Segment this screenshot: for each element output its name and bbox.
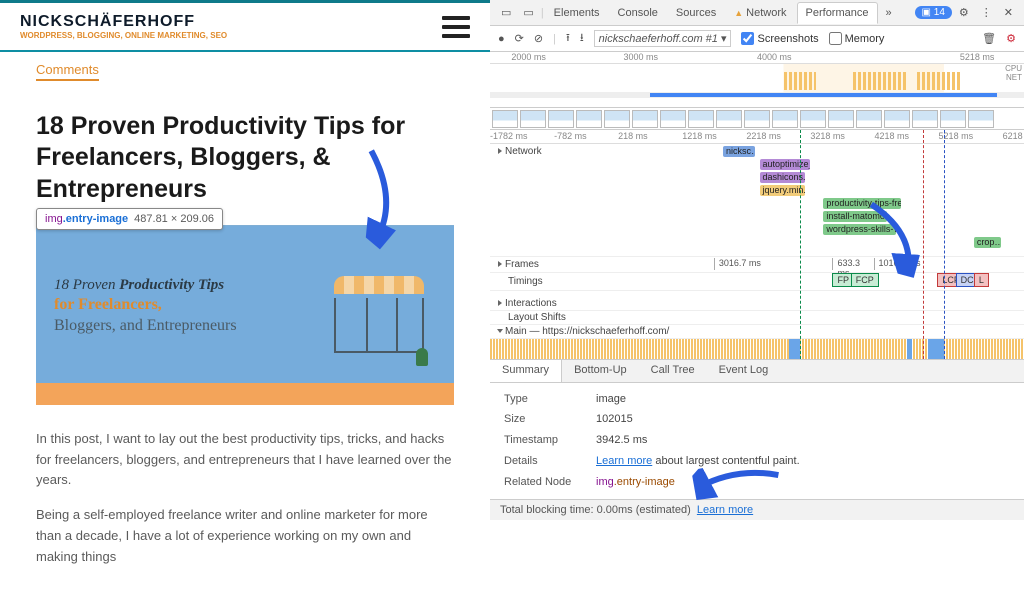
trash-icon[interactable]: 🗑: [982, 32, 996, 45]
brand-tagline: WORDPRESS, BLOGGING, ONLINE MARKETING, S…: [20, 31, 227, 40]
btab-eventlog[interactable]: Event Log: [707, 360, 781, 382]
btab-calltree[interactable]: Call Tree: [639, 360, 707, 382]
close-devtools-icon[interactable]: ✕: [999, 6, 1018, 19]
hamburger-icon[interactable]: [442, 16, 470, 38]
btab-summary[interactable]: Summary: [490, 360, 562, 382]
tab-elements[interactable]: Elements: [546, 3, 608, 23]
row-network-label[interactable]: Network: [505, 146, 542, 157]
screenshot-filmstrip[interactable]: [490, 108, 1024, 130]
record-icon[interactable]: ●: [498, 33, 505, 45]
network-bar[interactable]: jquery.min.js …: [760, 185, 806, 196]
network-bar[interactable]: crop…: [974, 237, 1001, 248]
details-tabs: Summary Bottom-Up Call Tree Event Log: [490, 359, 1024, 383]
flame-chart[interactable]: -1782 ms-782 ms218 ms1218 ms2218 ms3218 …: [490, 130, 1024, 359]
memory-checkbox[interactable]: Memory: [829, 32, 885, 45]
row-layout-shifts-label: Layout Shifts: [508, 312, 566, 323]
post-body: In this post, I want to lay out the best…: [36, 429, 454, 568]
tab-console[interactable]: Console: [610, 3, 666, 23]
upload-icon[interactable]: ⭱: [566, 29, 570, 48]
tab-performance[interactable]: Performance: [797, 2, 878, 24]
timing-pill-l[interactable]: L: [974, 273, 989, 287]
tab-sources[interactable]: Sources: [668, 3, 724, 23]
devtools-tabs: ▭ ▭ | Elements Console Sources Network P…: [490, 0, 1024, 26]
screenshots-checkbox[interactable]: Screenshots: [741, 32, 818, 45]
status-bar: Total blocking time: 0.00ms (estimated) …: [490, 499, 1024, 520]
hero-illustration: [324, 266, 434, 376]
summary-type: image: [596, 393, 626, 405]
site-brand: NICKSCHÄFERHOFF WORDPRESS, BLOGGING, ONL…: [20, 13, 227, 40]
summary-size: 102015: [596, 413, 633, 425]
comments-link[interactable]: Comments: [36, 62, 99, 81]
reload-icon[interactable]: ⟳: [515, 32, 524, 45]
ov-mark: 5218 ms: [960, 52, 995, 62]
device-icon[interactable]: ▭: [518, 6, 538, 19]
hero-image: 18 Proven Productivity Tips for Freelanc…: [36, 225, 454, 405]
clear-icon[interactable]: ⊘: [534, 32, 543, 45]
network-bar[interactable]: dashicons.mi…: [760, 172, 806, 183]
settings-icon[interactable]: ⚙: [954, 6, 974, 19]
summary-timestamp: 3942.5 ms: [596, 434, 647, 446]
profile-select[interactable]: nickschaeferhoff.com #1 ▾: [594, 30, 732, 47]
row-timings-label: Timings: [508, 276, 543, 287]
overview-pane[interactable]: 2000 ms 3000 ms 4000 ms 5218 ms CPUNET: [490, 52, 1024, 108]
issues-badge[interactable]: ▣ 14: [915, 6, 952, 19]
ov-mark: 3000 ms: [624, 52, 659, 62]
inspect-icon[interactable]: ▭: [496, 6, 516, 19]
ov-mark: 2000 ms: [511, 52, 546, 62]
hero-line3: Bloggers, and Entrepreneurs: [54, 316, 237, 337]
ov-mark: 4000 ms: [757, 52, 792, 62]
timing-pill-fcp[interactable]: FCP: [851, 273, 879, 287]
hero-line2: for Freelancers,: [54, 295, 237, 316]
tabs-overflow[interactable]: »: [880, 7, 898, 19]
hero-line1a: 18 Proven: [54, 277, 119, 293]
hero-line1b: Productivity Tips: [119, 277, 224, 293]
row-main-label[interactable]: Main — https://nickschaeferhoff.com/: [505, 326, 669, 337]
network-bar[interactable]: nicksc…: [723, 146, 755, 157]
frame-bar[interactable]: 3016.7 ms: [714, 258, 833, 270]
paragraph-2: Being a self-employed freelance writer a…: [36, 505, 454, 567]
element-inspector-tooltip: img.entry-image487.81 × 209.06: [36, 208, 223, 230]
brand-name: NICKSCHÄFERHOFF: [20, 13, 227, 31]
network-bar[interactable]: autoptimize_…: [760, 159, 810, 170]
tab-network[interactable]: Network: [726, 3, 794, 23]
row-interactions-label[interactable]: Interactions: [505, 298, 557, 309]
download-icon[interactable]: ⭳: [580, 29, 584, 48]
row-frames-label[interactable]: Frames: [505, 259, 539, 270]
menu-icon[interactable]: ⋮: [976, 6, 997, 19]
summary-learn-more-link[interactable]: Learn more: [596, 455, 652, 467]
summary-related-node[interactable]: img.entry-image: [596, 476, 675, 488]
performance-toolbar: ● ⟳ ⊘ | ⭱ ⭳ nickschaeferhoff.com #1 ▾ Sc…: [490, 26, 1024, 52]
paragraph-1: In this post, I want to lay out the best…: [36, 429, 454, 491]
capture-settings-icon[interactable]: ⚙: [1006, 32, 1016, 45]
btab-bottomup[interactable]: Bottom-Up: [562, 360, 639, 382]
hero-text: 18 Proven Productivity Tips for Freelanc…: [54, 276, 237, 337]
